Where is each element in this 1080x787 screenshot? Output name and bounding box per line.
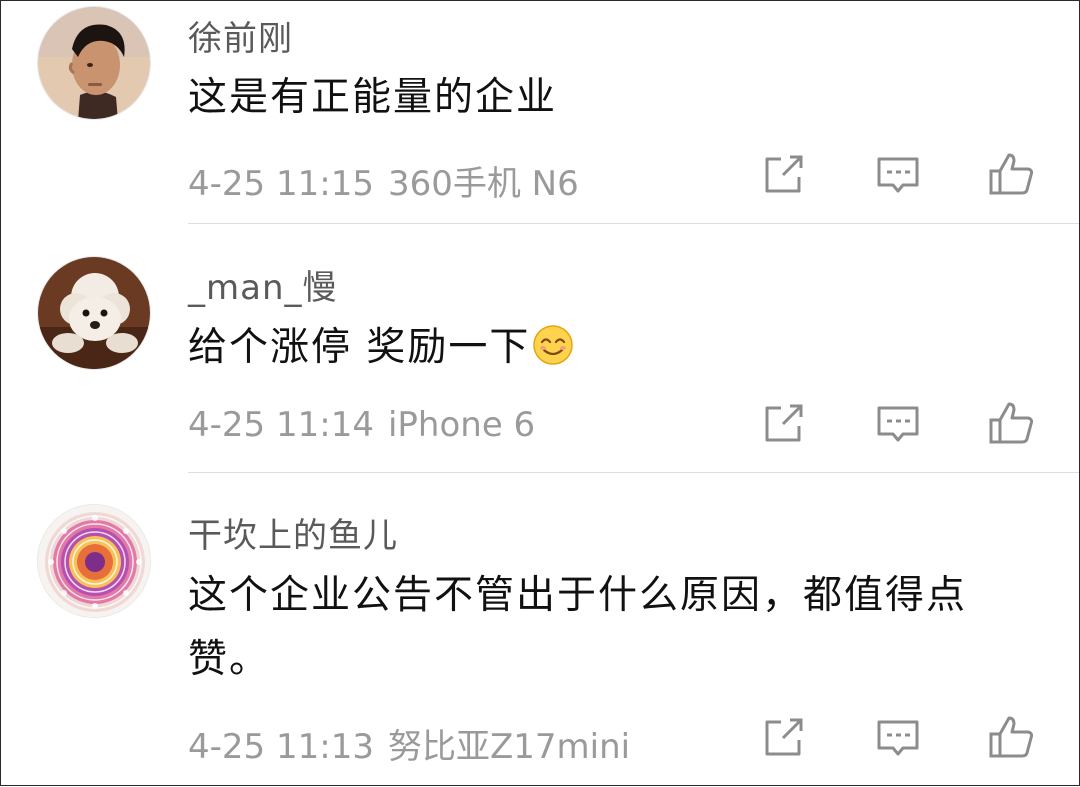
comment-button[interactable] (873, 398, 923, 448)
repost-button[interactable] (759, 398, 809, 448)
comment-text: 这个企业公告不管出于什么原因，都值得点赞。 (188, 573, 968, 682)
comment-icon (877, 406, 919, 442)
repost-button[interactable] (759, 712, 809, 762)
repost-icon (765, 155, 803, 193)
device-name: iPhone 6 (387, 405, 536, 445)
comment-item: 干坎上的鱼儿 这个企业公告不管出于什么原因，都值得点赞。 4-25 11:13 努… (1, 473, 1079, 787)
timestamp: 4-25 11:15 (188, 164, 374, 204)
device-name: 360手机 N6 (387, 164, 579, 204)
like-button[interactable] (987, 149, 1037, 199)
like-button[interactable] (987, 398, 1037, 448)
comment-item: _man_慢 给个涨停 奖励一下 4-25 11:14 iPhone 6 (1, 224, 1079, 472)
like-button[interactable] (987, 712, 1037, 762)
device-name: 努比亚Z17mini (387, 727, 631, 767)
white-poodle-avatar (38, 257, 150, 369)
repost-icon (765, 718, 803, 756)
comment-button[interactable] (873, 149, 923, 199)
comment-text-body: 给个涨停 奖励一下 (188, 325, 531, 370)
username[interactable]: 徐前刚 (188, 11, 293, 60)
mandala-avatar (38, 505, 150, 617)
timestamp: 4-25 11:13 (188, 727, 374, 767)
username[interactable]: 干坎上的鱼儿 (188, 508, 398, 557)
man-profile-avatar (38, 7, 150, 119)
avatar[interactable] (37, 6, 151, 120)
comment-meta: 4-25 11:15 360手机 N6 (188, 156, 579, 205)
comment-icon (877, 157, 919, 193)
like-icon (989, 716, 1034, 758)
like-icon (989, 402, 1034, 444)
timestamp: 4-25 11:14 (188, 405, 374, 445)
avatar[interactable] (37, 256, 151, 370)
comment-meta: 4-25 11:14 iPhone 6 (188, 405, 535, 445)
comment-text: 这是有正能量的企业 (188, 75, 558, 120)
comment-button[interactable] (873, 712, 923, 762)
username[interactable]: _man_慢 (188, 260, 338, 309)
comment-icon (877, 720, 919, 756)
smile-emoji-icon (532, 322, 574, 386)
comment-text: 给个涨停 奖励一下 (188, 316, 1048, 386)
repost-icon (765, 404, 803, 442)
like-icon (989, 153, 1034, 195)
comment-meta: 4-25 11:13 努比亚Z17mini (188, 719, 630, 768)
comment-item: 徐前刚 这是有正能量的企业 4-25 11:15 360手机 N6 (1, 1, 1079, 223)
avatar[interactable] (37, 504, 151, 618)
repost-button[interactable] (759, 149, 809, 199)
